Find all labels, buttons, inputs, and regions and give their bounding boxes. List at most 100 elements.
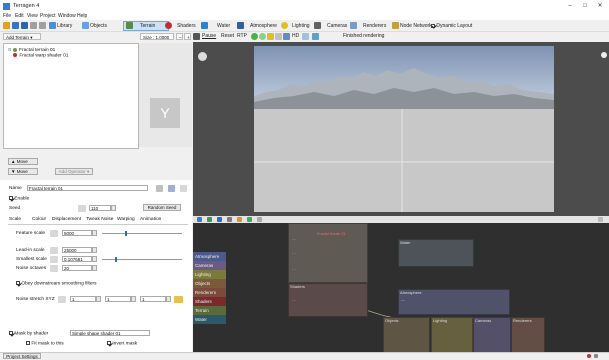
shaders-button[interactable]: Shaders — [177, 22, 196, 30]
random-seed-button[interactable]: Random Seed — [143, 204, 181, 211]
close-button[interactable]: ✕ — [593, 2, 607, 10]
category-atmosphere[interactable]: Atmosphere — [193, 252, 226, 261]
cameras-button[interactable]: Cameras — [327, 22, 347, 30]
help-icon[interactable] — [180, 185, 187, 192]
node-fractal-terrain[interactable]: Fractal terrain 01 — [317, 232, 346, 236]
menu-view[interactable]: View — [27, 13, 38, 19]
terrain-tree[interactable]: ⊟ Fractal terrain 01 Fractal warp shader… — [3, 43, 139, 149]
lead-in-scale-spinner[interactable] — [92, 247, 97, 253]
size-down-button[interactable]: – — [176, 33, 183, 40]
stretch-x-spinner[interactable] — [96, 296, 101, 302]
node-atmosphere[interactable]: — — [401, 298, 405, 302]
seed-reset-icon[interactable] — [78, 205, 86, 212]
feature-scale-slider[interactable] — [102, 233, 182, 234]
tab-animation[interactable]: Animation — [140, 217, 161, 222]
viewport-menu-icon[interactable] — [193, 33, 200, 40]
camera-gizmo-icon[interactable] — [198, 52, 207, 61]
mask-by-shader-toggle[interactable]: Mask by shader — [9, 331, 48, 336]
seed-spinner[interactable] — [111, 205, 116, 211]
move-up-button[interactable]: ▲ Move — [8, 158, 38, 165]
project-settings-button[interactable]: Project Settings — [3, 353, 41, 359]
noise-octaves-reset-icon[interactable] — [50, 265, 58, 272]
rtp-button[interactable]: RTP — [237, 32, 247, 40]
tab-displacement[interactable]: Displacement — [52, 217, 81, 222]
menu-project[interactable]: Project — [40, 13, 56, 19]
sun-icon[interactable] — [267, 33, 274, 40]
lighting-preview-icon[interactable] — [259, 33, 266, 40]
mask-shader-input[interactable]: Simple shape shader 01 — [70, 330, 150, 336]
view-icon[interactable] — [168, 185, 175, 192]
category-shaders[interactable]: Shaders — [193, 297, 226, 306]
noise-octaves-spinner[interactable] — [92, 265, 97, 271]
mask-by-shader-checkbox[interactable] — [9, 331, 13, 335]
add-terrain-button[interactable]: Add Terrain ▾ — [3, 33, 41, 40]
render-preview-icon[interactable] — [251, 33, 258, 40]
undo-icon[interactable] — [30, 22, 37, 29]
node-fit-icon[interactable] — [257, 217, 262, 222]
stretch-z-input[interactable]: 1 — [140, 296, 166, 302]
enable-checkbox[interactable] — [9, 196, 13, 200]
colour-picker-icon[interactable] — [174, 296, 183, 303]
lead-in-scale-reset-icon[interactable] — [50, 247, 58, 254]
terrain-button[interactable]: Terrain — [140, 22, 155, 30]
stretch-z-spinner[interactable] — [166, 296, 171, 302]
category-lighting[interactable]: Lighting — [193, 270, 226, 279]
invert-mask-checkbox[interactable] — [107, 341, 111, 345]
menu-window[interactable]: Window — [58, 13, 76, 19]
camera-preview-icon[interactable] — [283, 33, 290, 40]
renderers-button[interactable]: Renderers — [363, 22, 386, 30]
noise-octaves-input[interactable]: 20 — [62, 265, 92, 271]
smallest-scale-reset-icon[interactable] — [50, 256, 58, 263]
dynamic-layout-toggle[interactable]: Dynamic Layout — [431, 22, 472, 30]
grid-icon[interactable] — [275, 33, 282, 40]
node-frame-icon[interactable] — [207, 217, 212, 222]
invert-mask-toggle[interactable]: Invert mask — [107, 341, 137, 346]
category-water[interactable]: Water — [193, 315, 226, 324]
water-button[interactable]: Water — [217, 22, 230, 30]
info-icon[interactable] — [312, 33, 319, 40]
histogram-icon[interactable] — [302, 33, 309, 40]
node-network-toggle[interactable]: Node Network — [400, 22, 432, 30]
menu-edit[interactable]: Edit — [15, 13, 24, 19]
category-objects[interactable]: Objects — [193, 279, 226, 288]
feature-scale-slider-knob[interactable] — [125, 231, 127, 236]
open-file-icon[interactable] — [12, 22, 19, 29]
obey-smoothing-toggle[interactable]: Obey downstream smoothing filters — [16, 281, 97, 286]
tab-tweak-noise[interactable]: Tweak Noise — [86, 217, 113, 222]
viewport-corner-icon[interactable] — [601, 52, 607, 58]
enable-toggle[interactable]: Enable — [9, 196, 29, 201]
node-compute-terrain[interactable]: — — [292, 267, 296, 271]
move-down-button[interactable]: ▼ Move — [8, 168, 38, 175]
name-input[interactable]: Fractal terrain 01 — [27, 185, 148, 191]
smallest-scale-slider-knob[interactable] — [115, 257, 117, 262]
node-fractal-warp[interactable]: — — [292, 298, 296, 302]
menu-file[interactable]: File — [3, 13, 11, 19]
render-image[interactable] — [254, 46, 554, 212]
tree-item-fractal-warp[interactable]: Fractal warp shader 01 — [13, 53, 68, 58]
reset-button[interactable]: Reset — [221, 32, 234, 40]
obey-smoothing-checkbox[interactable] — [16, 281, 20, 285]
lighting-button[interactable]: Lighting — [292, 22, 310, 30]
node-zoom-icon[interactable] — [217, 217, 222, 222]
node-menu-icon[interactable] — [156, 185, 163, 192]
feature-scale-reset-icon[interactable] — [50, 230, 58, 237]
node-home-icon[interactable] — [197, 217, 202, 222]
node-align-icon[interactable] — [227, 217, 232, 222]
fit-mask-checkbox[interactable] — [26, 341, 30, 345]
tab-scale[interactable]: Scale — [9, 217, 21, 222]
category-terrain[interactable]: Terrain — [193, 306, 226, 315]
smallest-scale-input[interactable]: 0.107681 — [62, 256, 92, 262]
atmosphere-button[interactable]: Atmosphere — [250, 22, 277, 30]
smallest-scale-slider[interactable] — [102, 259, 182, 260]
stretch-y-input[interactable]: 1 — [105, 296, 131, 302]
noise-stretch-reset-icon[interactable] — [58, 296, 66, 303]
category-renderers[interactable]: Renderers — [193, 288, 226, 297]
tab-colour[interactable]: Colour — [32, 217, 46, 222]
node-star-icon[interactable] — [237, 217, 242, 222]
pause-button[interactable]: Pause — [202, 32, 216, 40]
fit-mask-toggle[interactable]: Fit mask to this — [26, 341, 64, 346]
feature-scale-spinner[interactable] — [92, 230, 97, 236]
redo-icon[interactable] — [39, 22, 46, 29]
maximize-button[interactable]: □ — [578, 2, 592, 10]
minimize-button[interactable]: – — [563, 2, 577, 10]
